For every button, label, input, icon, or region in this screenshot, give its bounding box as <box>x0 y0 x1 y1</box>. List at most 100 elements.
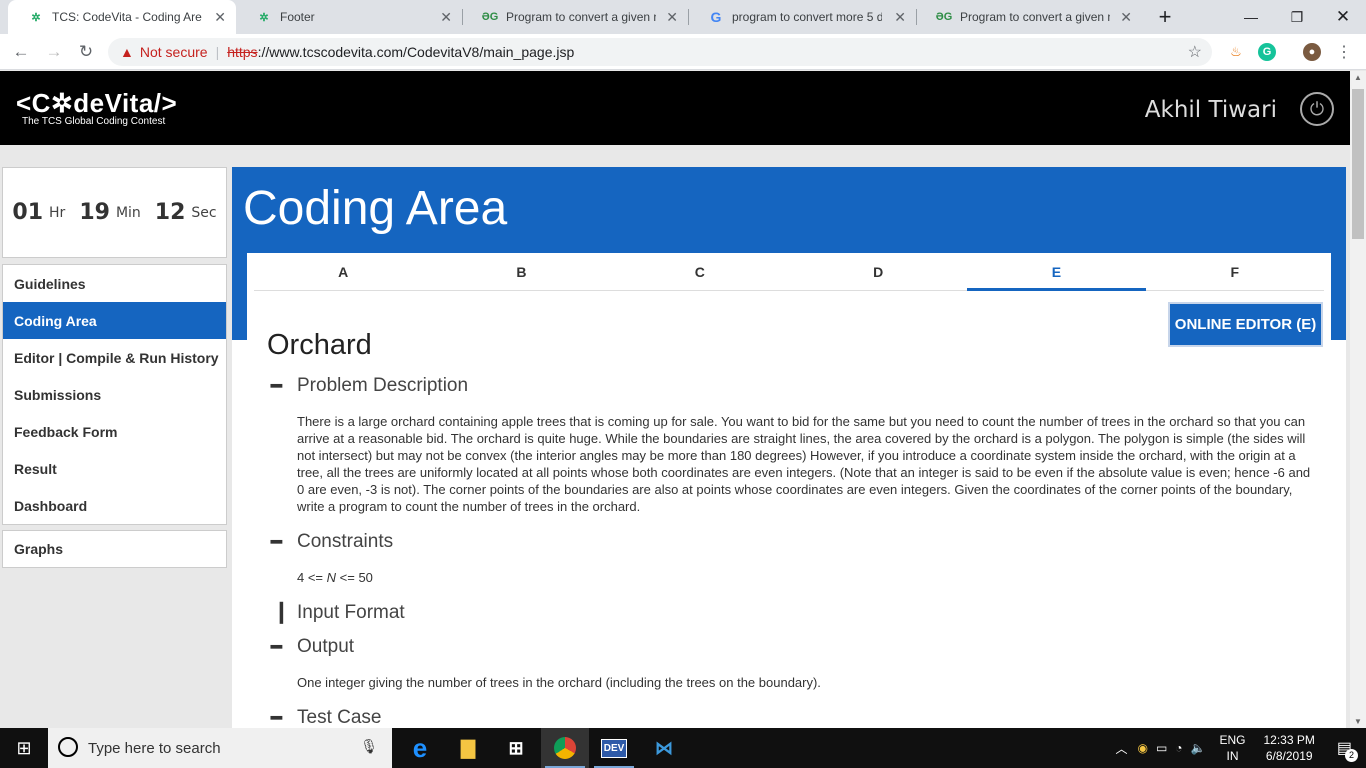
minimize-button[interactable]: — <box>1228 0 1274 34</box>
sidebar-item-graphs[interactable]: Graphs <box>2 530 227 568</box>
tab-question-c[interactable]: C <box>611 253 789 290</box>
section-heading: Input Format <box>297 602 405 623</box>
new-tab-button[interactable]: + <box>1142 0 1188 34</box>
close-icon[interactable]: ✕ <box>1120 9 1132 26</box>
close-icon[interactable]: ✕ <box>894 9 906 26</box>
tab-question-d[interactable]: D <box>789 253 967 290</box>
section-output[interactable]: ━ Output <box>271 636 354 658</box>
constraints-text: 4 <= N <= 50 <box>297 569 373 586</box>
tab-question-a[interactable]: A <box>254 253 432 290</box>
chrome-notify-icon[interactable]: ◉ <box>1137 741 1147 755</box>
windows-start-icon[interactable]: ⊞ <box>0 728 48 768</box>
tab-title: Program to convert a given nu <box>960 10 1110 24</box>
sidebar-item-dashboard[interactable]: Dashboard <box>3 487 226 524</box>
tab-title: Program to convert a given nu <box>506 10 656 24</box>
wifi-icon[interactable]: ◔ <box>1175 741 1182 755</box>
close-icon[interactable]: ✕ <box>666 9 678 26</box>
tab-question-b[interactable]: B <box>432 253 610 290</box>
collapse-icon[interactable]: ━ <box>271 708 287 729</box>
codevita-logo[interactable]: <C✲deVita/> <box>16 88 177 119</box>
notification-count-badge: 2 <box>1345 749 1358 762</box>
sidebar-item-submissions[interactable]: Submissions <box>3 376 226 413</box>
close-icon[interactable]: ✕ <box>440 9 452 26</box>
chrome-logo-icon <box>554 737 576 759</box>
expand-icon[interactable]: ┃ <box>271 603 287 624</box>
address-bar: ← → ↻ ▲ Not secure | https ://www.tcscod… <box>0 34 1366 70</box>
section-constraints[interactable]: ━ Constraints <box>271 531 393 553</box>
volume-icon[interactable]: 🔈 <box>1191 741 1206 755</box>
scroll-up-arrow-icon[interactable]: ▲ <box>1354 73 1362 82</box>
language-indicator[interactable]: ENG IN <box>1219 732 1245 764</box>
collapse-icon[interactable]: ━ <box>271 376 287 397</box>
microphone-icon[interactable]: 🎙 <box>360 738 378 755</box>
vscode-icon[interactable]: ⋈ <box>640 728 688 768</box>
timer-seconds: 12 <box>154 200 186 225</box>
action-center-icon[interactable]: ▤ 2 <box>1337 738 1358 762</box>
gfg-icon: ƏG <box>481 11 499 23</box>
bookmark-star-icon[interactable]: ☆ <box>1188 42 1202 62</box>
close-icon[interactable]: ✕ <box>214 9 226 26</box>
menu-kebab-icon[interactable]: ⋮ <box>1332 40 1356 64</box>
collapse-icon[interactable]: ━ <box>271 637 287 658</box>
tab-question-e[interactable]: E <box>967 253 1146 291</box>
profile-avatar[interactable]: ● <box>1303 43 1321 61</box>
timer-minutes: 19 <box>79 200 110 225</box>
security-label[interactable]: Not secure <box>140 44 208 60</box>
chevron-up-icon[interactable]: ︿ <box>1115 740 1127 757</box>
codevita-icon: ✲ <box>259 11 269 24</box>
page-scrollbar[interactable]: ▲ ▼ <box>1350 71 1366 728</box>
restore-button[interactable]: ❐ <box>1274 0 1320 34</box>
power-icon[interactable]: ⏻ <box>1300 92 1334 126</box>
grammarly-extension-icon[interactable]: G <box>1258 43 1276 61</box>
sidebar-item-coding-area[interactable]: Coding Area <box>3 302 226 339</box>
cortana-icon <box>58 737 78 757</box>
sidebar-item-feedback-form[interactable]: Feedback Form <box>3 413 226 450</box>
window-close-button[interactable]: ✕ <box>1320 0 1366 34</box>
section-problem-description[interactable]: ━ Problem Description <box>271 375 468 397</box>
forward-button[interactable]: → <box>42 40 66 64</box>
site-header: <C✲deVita/> The TCS Global Coding Contes… <box>0 71 1350 145</box>
edge-icon[interactable]: e <box>396 728 444 768</box>
tab-codevita-arena[interactable]: ✲ TCS: CodeVita - Coding Arena ✕ <box>8 0 236 34</box>
sidebar-nav: Guidelines Coding Area Editor | Compile … <box>2 264 227 525</box>
chrome-icon[interactable] <box>541 728 589 768</box>
section-input-format[interactable]: ┃ Input Format <box>271 602 405 624</box>
collapse-icon[interactable]: ━ <box>271 532 287 553</box>
store-icon[interactable]: ⊞ <box>492 728 540 768</box>
section-heading: Test Case <box>297 707 382 728</box>
constraints-suffix: <= 50 <box>336 570 373 585</box>
sidebar-item-editor-history[interactable]: Editor | Compile & Run History <box>3 339 226 376</box>
clock[interactable]: 12:33 PM 6/8/2019 <box>1264 732 1315 764</box>
sidebar-item-guidelines[interactable]: Guidelines <box>3 265 226 302</box>
tab-gfg-2[interactable]: ƏG Program to convert a given nu ✕ <box>916 0 1142 34</box>
url-field[interactable]: ▲ Not secure | https ://www.tcscodevita.… <box>108 38 1212 66</box>
reload-button[interactable]: ↻ <box>74 40 98 64</box>
taskbar-search-box[interactable]: Type here to search 🎙 <box>48 728 392 768</box>
section-heading: Constraints <box>297 531 394 552</box>
tab-footer[interactable]: ✲ Footer ✕ <box>236 0 462 34</box>
tab-google-search[interactable]: G program to convert more 5 dig ✕ <box>688 0 916 34</box>
section-test-case[interactable]: ━ Test Case <box>271 707 381 729</box>
tab-question-f[interactable]: F <box>1146 253 1324 290</box>
clock-time: 12:33 PM <box>1263 733 1315 747</box>
online-editor-button[interactable]: ONLINE EDITOR (E) <box>1170 304 1321 345</box>
google-icon: G <box>710 9 722 25</box>
constraints-prefix: 4 <= <box>297 570 327 585</box>
scrollbar-thumb[interactable] <box>1352 89 1364 239</box>
back-button[interactable]: ← <box>9 40 33 64</box>
url-text: ://www.tcscodevita.com/CodevitaV8/main_p… <box>257 44 575 60</box>
battery-icon[interactable]: ▭ <box>1156 741 1167 755</box>
scroll-down-arrow-icon[interactable]: ▼ <box>1354 717 1362 726</box>
java-extension-icon[interactable]: ♨ <box>1227 43 1245 61</box>
panel-background <box>232 340 247 733</box>
tab-gfg-1[interactable]: ƏG Program to convert a given nu ✕ <box>462 0 688 34</box>
sidebar-item-result[interactable]: Result <box>3 450 226 487</box>
system-tray: ︿ ◉ ▭ ◔ 🔈 ENG IN 12:33 PM 6/8/2019 ▤ 2 <box>1115 728 1366 768</box>
panel-background <box>1331 340 1346 733</box>
timer-hours: 01 <box>12 200 44 225</box>
windows-taskbar: ⊞ Type here to search 🎙 e ▇ ⊞ DEV ⋈ ︿ ◉ … <box>0 728 1366 768</box>
search-placeholder: Type here to search <box>88 739 221 757</box>
tab-title: TCS: CodeVita - Coding Arena <box>52 10 202 24</box>
devcpp-icon[interactable]: DEV <box>590 728 638 768</box>
file-explorer-icon[interactable]: ▇ <box>444 728 492 768</box>
